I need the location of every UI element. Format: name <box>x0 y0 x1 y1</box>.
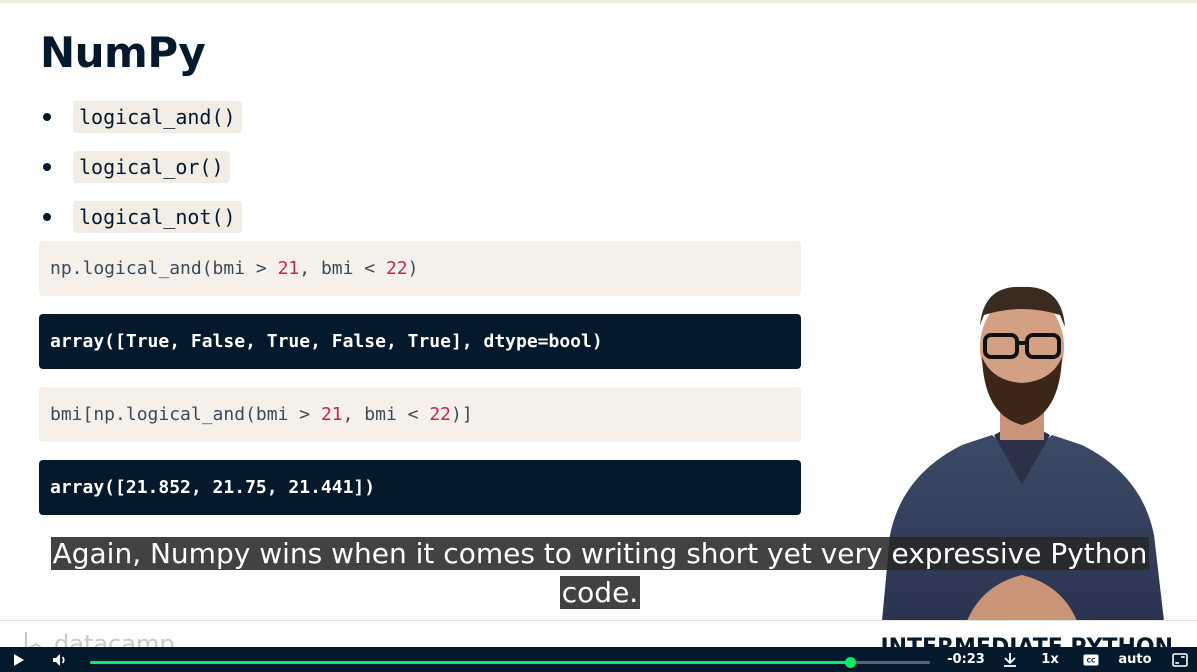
bullet-list: logical_and() logical_or() logical_not() <box>40 92 242 242</box>
bullet-dot <box>43 163 51 171</box>
download-icon <box>1004 652 1016 667</box>
code-text: ) <box>407 258 419 279</box>
volume-icon <box>53 653 65 666</box>
code-input-block: np.logical_and(bmi > 21, bmi < 22) <box>39 241 801 296</box>
progress-fill <box>90 661 851 664</box>
code-text: , bmi < <box>342 404 430 425</box>
bullet-code: logical_or() <box>73 151 230 183</box>
code-text: )] <box>451 404 473 425</box>
fullscreen-button[interactable] <box>1169 647 1191 672</box>
datacamp-logo-icon <box>25 632 42 647</box>
playback-speed-button[interactable]: 1x <box>1038 647 1062 672</box>
footer-divider <box>0 620 1197 621</box>
code-text: bmi[np.logical_and(bmi > <box>50 404 321 425</box>
code-number: 21 <box>277 258 300 279</box>
bullet-dot <box>43 213 51 221</box>
caption-line: Again, Numpy wins when it comes to writi… <box>50 537 1150 570</box>
play-button[interactable] <box>8 647 30 672</box>
time-remaining: -0:23 <box>947 652 985 667</box>
download-button[interactable] <box>998 647 1022 672</box>
caption-overlay: Again, Numpy wins when it comes to writi… <box>50 534 1150 612</box>
bullet-code: logical_not() <box>73 201 242 233</box>
code-output-text: array([True, False, True, False, True], … <box>50 331 603 352</box>
logo-wordmark: datacamp <box>54 630 175 647</box>
slide: NumPy logical_and() logical_or() logical… <box>0 0 1197 647</box>
bullet-item: logical_not() <box>40 192 242 242</box>
volume-button[interactable] <box>48 647 72 672</box>
course-label: INTERMEDIATE PYTHON <box>880 634 1173 647</box>
code-output-block: array([True, False, True, False, True], … <box>39 314 801 369</box>
play-icon <box>14 653 24 666</box>
code-text: np.logical_and(bmi > <box>50 258 278 279</box>
quality-button[interactable]: auto <box>1114 647 1156 672</box>
code-output-text: array([21.852, 21.75, 21.441]) <box>50 477 376 498</box>
svg-text:CC: CC <box>1087 657 1096 664</box>
fullscreen-icon <box>1172 652 1188 667</box>
bullet-code: logical_and() <box>73 101 242 133</box>
slide-title: NumPy <box>40 28 206 77</box>
code-output-block: array([21.852, 21.75, 21.441]) <box>39 460 801 515</box>
code-number: 21 <box>320 404 343 425</box>
captions-button[interactable]: CC <box>1080 647 1102 672</box>
progress-bar[interactable] <box>90 657 930 668</box>
code-input-block: bmi[np.logical_and(bmi > 21, bmi < 22)] <box>39 387 801 442</box>
bullet-item: logical_and() <box>40 92 242 142</box>
code-number: 22 <box>429 404 452 425</box>
datacamp-logo: datacamp <box>24 630 175 647</box>
captions-icon: CC <box>1083 654 1099 665</box>
code-text: , bmi < <box>299 258 386 279</box>
bullet-item: logical_or() <box>40 142 242 192</box>
bullet-dot <box>43 113 51 121</box>
caption-line: code. <box>559 576 641 609</box>
code-number: 22 <box>385 258 408 279</box>
video-controls: -0:23 1x CC auto <box>0 647 1197 672</box>
progress-handle[interactable] <box>845 657 857 668</box>
slide-top-border <box>0 0 1197 3</box>
